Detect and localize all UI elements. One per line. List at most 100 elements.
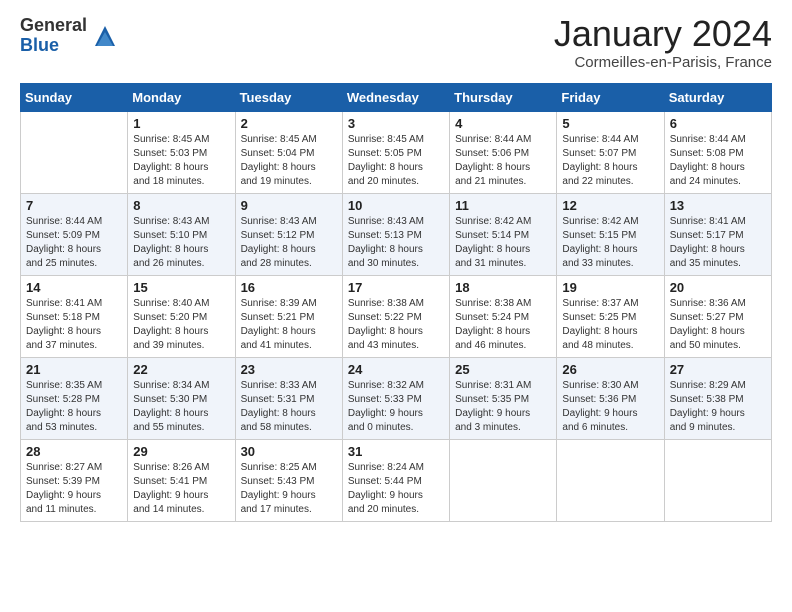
day-info: Sunrise: 8:45 AM Sunset: 5:05 PM Dayligh… — [348, 133, 444, 189]
cell-week0-day6: 6 Sunrise: 8:44 AM Sunset: 5:08 PM Daylig… — [664, 112, 771, 194]
calendar-table: SundayMondayTuesdayWednesdayThursdayFrid… — [20, 83, 772, 522]
day-info: Sunrise: 8:31 AM Sunset: 5:35 PM Dayligh… — [455, 379, 551, 435]
logo: General Blue — [20, 16, 119, 56]
day-number: 12 — [562, 198, 658, 213]
day-number: 30 — [241, 444, 337, 459]
logo-icon — [91, 22, 119, 50]
day-info: Sunrise: 8:45 AM Sunset: 5:04 PM Dayligh… — [241, 133, 337, 189]
day-number: 10 — [348, 198, 444, 213]
day-number: 26 — [562, 362, 658, 377]
day-info: Sunrise: 8:44 AM Sunset: 5:09 PM Dayligh… — [26, 215, 122, 271]
col-header-wednesday: Wednesday — [342, 84, 449, 112]
cell-week4-day5 — [557, 440, 664, 522]
header: General Blue January 2024 Cormeilles-en-… — [20, 16, 772, 71]
cell-week2-day0: 14 Sunrise: 8:41 AM Sunset: 5:18 PM Dayli… — [21, 276, 128, 358]
day-number: 22 — [133, 362, 229, 377]
day-info: Sunrise: 8:26 AM Sunset: 5:41 PM Dayligh… — [133, 461, 229, 517]
day-info: Sunrise: 8:24 AM Sunset: 5:44 PM Dayligh… — [348, 461, 444, 517]
day-info: Sunrise: 8:43 AM Sunset: 5:13 PM Dayligh… — [348, 215, 444, 271]
day-number: 13 — [670, 198, 766, 213]
col-header-tuesday: Tuesday — [235, 84, 342, 112]
col-header-sunday: Sunday — [21, 84, 128, 112]
cell-week4-day2: 30Sunrise: 8:25 AM Sunset: 5:43 PM Dayli… — [235, 440, 342, 522]
cell-week1-day1: 8 Sunrise: 8:43 AM Sunset: 5:10 PM Daylig… — [128, 194, 235, 276]
cell-week0-day3: 3 Sunrise: 8:45 AM Sunset: 5:05 PM Daylig… — [342, 112, 449, 194]
cell-week3-day5: 26 Sunrise: 8:30 AM Sunset: 5:36 PM Dayli… — [557, 358, 664, 440]
cell-week2-day1: 15 Sunrise: 8:40 AM Sunset: 5:20 PM Dayli… — [128, 276, 235, 358]
day-number: 3 — [348, 116, 444, 131]
day-number: 7 — [26, 198, 122, 213]
day-number: 18 — [455, 280, 551, 295]
day-number: 4 — [455, 116, 551, 131]
day-info: Sunrise: 8:43 AM Sunset: 5:10 PM Dayligh… — [133, 215, 229, 271]
cell-week1-day2: 9 Sunrise: 8:43 AM Sunset: 5:12 PM Daylig… — [235, 194, 342, 276]
day-info: Sunrise: 8:35 AM Sunset: 5:28 PM Dayligh… — [26, 379, 122, 435]
cell-week2-day6: 20 Sunrise: 8:36 AM Sunset: 5:27 PM Dayli… — [664, 276, 771, 358]
day-number: 21 — [26, 362, 122, 377]
day-info: Sunrise: 8:40 AM Sunset: 5:20 PM Dayligh… — [133, 297, 229, 353]
day-info: Sunrise: 8:36 AM Sunset: 5:27 PM Dayligh… — [670, 297, 766, 353]
day-info: Sunrise: 8:42 AM Sunset: 5:15 PM Dayligh… — [562, 215, 658, 271]
day-number: 9 — [241, 198, 337, 213]
day-info: Sunrise: 8:30 AM Sunset: 5:36 PM Dayligh… — [562, 379, 658, 435]
cell-week4-day6 — [664, 440, 771, 522]
day-number: 25 — [455, 362, 551, 377]
day-number: 24 — [348, 362, 444, 377]
cell-week3-day3: 24Sunrise: 8:32 AM Sunset: 5:33 PM Dayli… — [342, 358, 449, 440]
cell-week2-day3: 17Sunrise: 8:38 AM Sunset: 5:22 PM Dayli… — [342, 276, 449, 358]
day-number: 14 — [26, 280, 122, 295]
cell-week3-day2: 23 Sunrise: 8:33 AM Sunset: 5:31 PM Dayli… — [235, 358, 342, 440]
cell-week0-day0 — [21, 112, 128, 194]
day-number: 16 — [241, 280, 337, 295]
logo-blue-text: Blue — [20, 36, 87, 56]
day-info: Sunrise: 8:38 AM Sunset: 5:22 PM Dayligh… — [348, 297, 444, 353]
day-number: 15 — [133, 280, 229, 295]
day-number: 29 — [133, 444, 229, 459]
day-info: Sunrise: 8:44 AM Sunset: 5:06 PM Dayligh… — [455, 133, 551, 189]
title-area: January 2024 Cormeilles-en-Parisis, Fran… — [554, 16, 772, 71]
day-info: Sunrise: 8:33 AM Sunset: 5:31 PM Dayligh… — [241, 379, 337, 435]
day-number: 23 — [241, 362, 337, 377]
day-info: Sunrise: 8:45 AM Sunset: 5:03 PM Dayligh… — [133, 133, 229, 189]
day-number: 6 — [670, 116, 766, 131]
cell-week0-day4: 4 Sunrise: 8:44 AM Sunset: 5:06 PM Daylig… — [450, 112, 557, 194]
cell-week3-day4: 25 Sunrise: 8:31 AM Sunset: 5:35 PM Dayli… — [450, 358, 557, 440]
cell-week0-day1: 1Sunrise: 8:45 AM Sunset: 5:03 PM Daylig… — [128, 112, 235, 194]
cell-week3-day1: 22 Sunrise: 8:34 AM Sunset: 5:30 PM Dayli… — [128, 358, 235, 440]
day-number: 11 — [455, 198, 551, 213]
day-info: Sunrise: 8:38 AM Sunset: 5:24 PM Dayligh… — [455, 297, 551, 353]
day-number: 8 — [133, 198, 229, 213]
day-info: Sunrise: 8:34 AM Sunset: 5:30 PM Dayligh… — [133, 379, 229, 435]
cell-week1-day6: 13 Sunrise: 8:41 AM Sunset: 5:17 PM Dayli… — [664, 194, 771, 276]
day-info: Sunrise: 8:37 AM Sunset: 5:25 PM Dayligh… — [562, 297, 658, 353]
cell-week4-day4 — [450, 440, 557, 522]
day-info: Sunrise: 8:29 AM Sunset: 5:38 PM Dayligh… — [670, 379, 766, 435]
cell-week4-day0: 28 Sunrise: 8:27 AM Sunset: 5:39 PM Dayli… — [21, 440, 128, 522]
cell-week1-day0: 7 Sunrise: 8:44 AM Sunset: 5:09 PM Daylig… — [21, 194, 128, 276]
day-number: 20 — [670, 280, 766, 295]
day-number: 31 — [348, 444, 444, 459]
cell-week0-day5: 5Sunrise: 8:44 AM Sunset: 5:07 PM Daylig… — [557, 112, 664, 194]
day-info: Sunrise: 8:44 AM Sunset: 5:07 PM Dayligh… — [562, 133, 658, 189]
day-number: 28 — [26, 444, 122, 459]
col-header-saturday: Saturday — [664, 84, 771, 112]
cell-week0-day2: 2 Sunrise: 8:45 AM Sunset: 5:04 PM Daylig… — [235, 112, 342, 194]
logo-general-text: General — [20, 16, 87, 36]
day-number: 27 — [670, 362, 766, 377]
cell-week4-day1: 29 Sunrise: 8:26 AM Sunset: 5:41 PM Dayli… — [128, 440, 235, 522]
day-info: Sunrise: 8:39 AM Sunset: 5:21 PM Dayligh… — [241, 297, 337, 353]
day-number: 2 — [241, 116, 337, 131]
col-header-thursday: Thursday — [450, 84, 557, 112]
cell-week1-day3: 10 Sunrise: 8:43 AM Sunset: 5:13 PM Dayli… — [342, 194, 449, 276]
cell-week2-day4: 18 Sunrise: 8:38 AM Sunset: 5:24 PM Dayli… — [450, 276, 557, 358]
day-info: Sunrise: 8:44 AM Sunset: 5:08 PM Dayligh… — [670, 133, 766, 189]
day-number: 19 — [562, 280, 658, 295]
day-info: Sunrise: 8:27 AM Sunset: 5:39 PM Dayligh… — [26, 461, 122, 517]
page: General Blue January 2024 Cormeilles-en-… — [0, 0, 792, 612]
cell-week4-day3: 31 Sunrise: 8:24 AM Sunset: 5:44 PM Dayli… — [342, 440, 449, 522]
day-info: Sunrise: 8:43 AM Sunset: 5:12 PM Dayligh… — [241, 215, 337, 271]
month-title: January 2024 — [554, 16, 772, 52]
day-info: Sunrise: 8:41 AM Sunset: 5:17 PM Dayligh… — [670, 215, 766, 271]
cell-week1-day5: 12 Sunrise: 8:42 AM Sunset: 5:15 PM Dayli… — [557, 194, 664, 276]
day-info: Sunrise: 8:41 AM Sunset: 5:18 PM Dayligh… — [26, 297, 122, 353]
